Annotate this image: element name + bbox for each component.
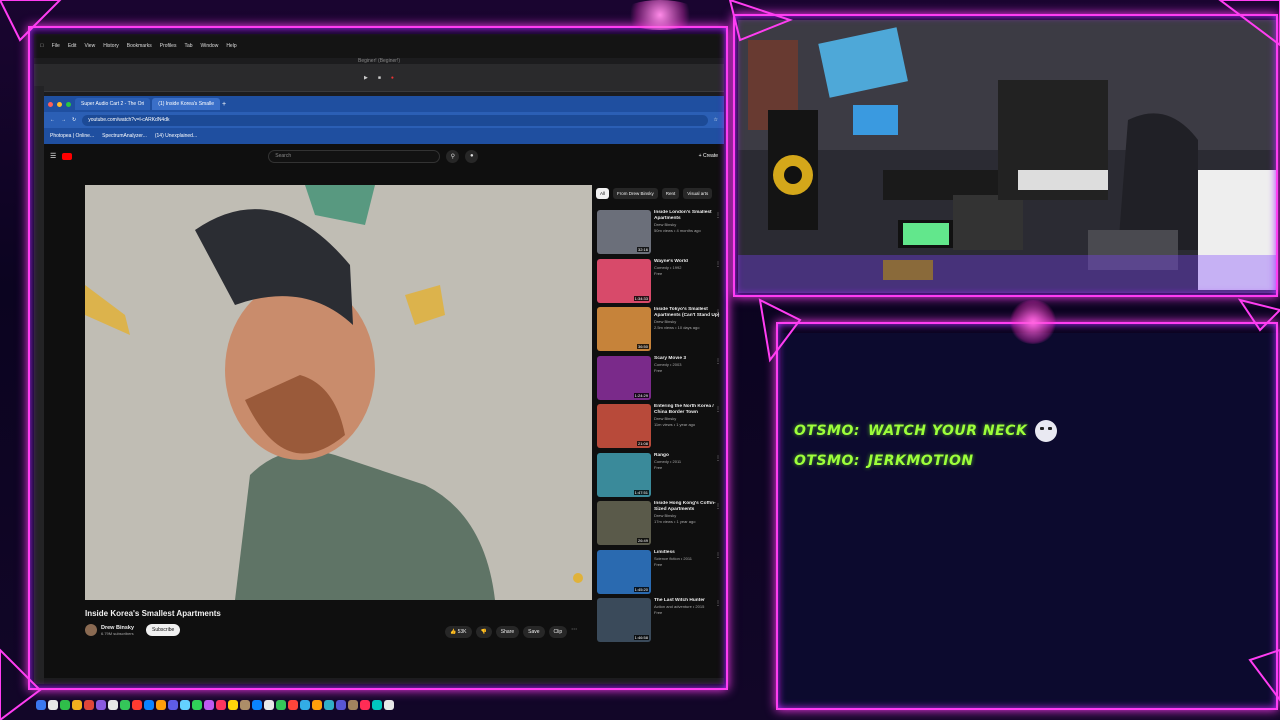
neon-shards-decoration [0,0,1280,720]
stream-overlay:  File Edit View History Bookmarks Profi… [0,0,1280,720]
